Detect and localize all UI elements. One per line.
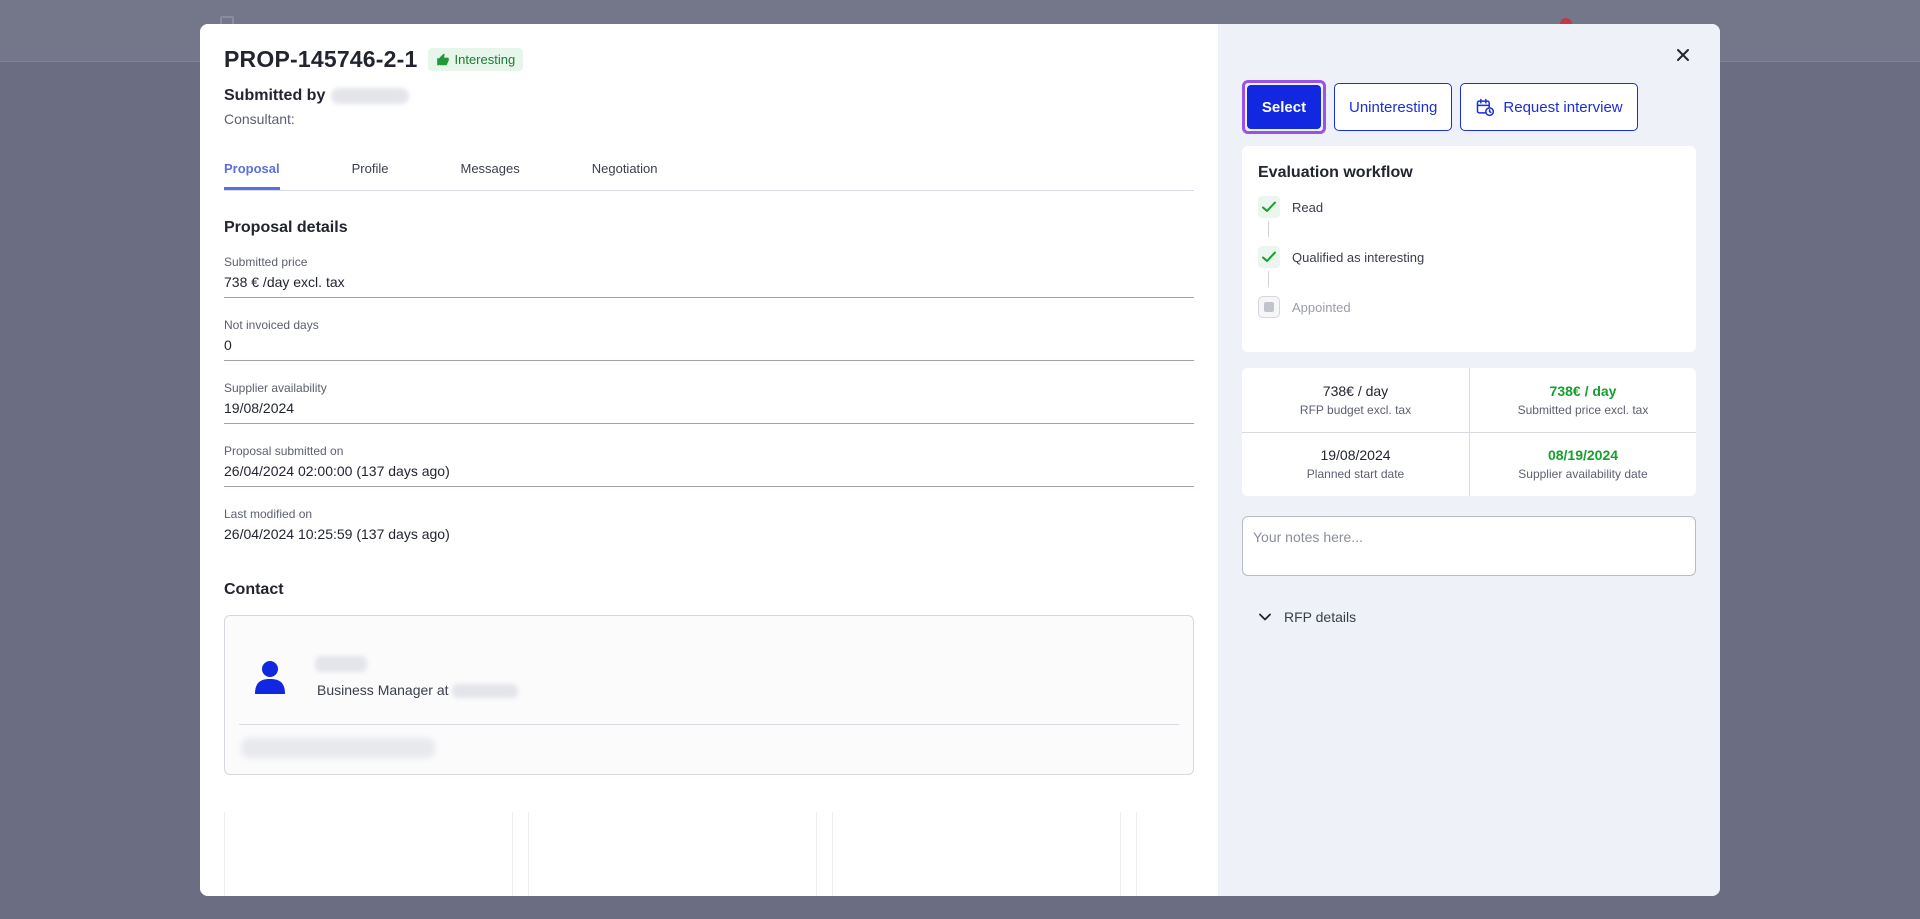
contact-name-redacted [315, 656, 367, 672]
contact-card: Business Manager at [224, 615, 1194, 775]
tab-bar: Proposal Profile Messages Negotiation [224, 161, 1194, 191]
pending-step-icon [1258, 296, 1280, 318]
field-value: 26/04/2024 02:00:00 (137 days ago) [224, 463, 450, 479]
request-interview-label: Request interview [1503, 98, 1623, 116]
submitted-by-label: Submitted by [224, 87, 326, 104]
rfp-details-toggle[interactable]: RFP details [1258, 609, 1696, 625]
proposal-details-title: Proposal details [224, 219, 348, 236]
status-badge-label: Interesting [454, 52, 516, 67]
proposal-details-list: Submitted price 738 € /day excl. tax Not… [224, 237, 1218, 549]
tab-profile[interactable]: Profile [352, 161, 389, 190]
stat-supplier-availability-date: 08/19/2024 Supplier availability date [1469, 431, 1696, 496]
workflow-steps: Read Qualified as interesting Appointed [1258, 196, 1680, 318]
field-label: Submitted price [224, 255, 308, 269]
field-label: Supplier availability [224, 381, 327, 395]
check-icon [1258, 246, 1280, 268]
chevron-down-icon [1259, 613, 1271, 621]
field-value: 19/08/2024 [224, 400, 295, 416]
field-label: Proposal submitted on [224, 444, 344, 458]
page-title: PROP-145746-2-1 [224, 46, 418, 72]
submitter-name-redacted [331, 88, 410, 104]
contact-role-text: Business Manager at [317, 682, 449, 698]
background-grid-lines [224, 812, 1194, 896]
rfp-details-label: RFP details [1284, 609, 1357, 625]
field-value: 26/04/2024 10:25:59 (137 days ago) [224, 526, 450, 542]
close-icon[interactable] [1674, 46, 1692, 64]
stat-label: Planned start date [1306, 467, 1405, 482]
contact-role: Business Manager at [317, 682, 519, 699]
stat-label: Submitted price excl. tax [1517, 402, 1649, 417]
stat-value: 08/19/2024 [1547, 447, 1619, 464]
divider [239, 724, 1179, 725]
stat-label: Supplier availability date [1518, 467, 1648, 482]
field-supplier-availability: Supplier availability 19/08/2024 [224, 361, 1194, 424]
evaluation-side-panel: Select Uninteresting Request interview E… [1218, 24, 1720, 896]
consultant-label: Consultant: [224, 111, 295, 127]
field-label: Last modified on [224, 507, 313, 521]
select-button-focus-ring: Select [1242, 80, 1326, 134]
tab-negotiation[interactable]: Negotiation [592, 161, 658, 190]
stat-value: 738€ / day [1549, 382, 1617, 399]
stat-submitted-price: 738€ / day Submitted price excl. tax [1469, 368, 1696, 432]
workflow-step-label: Appointed [1292, 299, 1351, 315]
contact-email-redacted [241, 738, 435, 758]
workflow-title: Evaluation workflow [1258, 164, 1413, 181]
field-value: 738 € /day excl. tax [224, 274, 345, 290]
thumbs-up-icon [436, 53, 449, 65]
person-icon [255, 661, 285, 694]
check-icon [1258, 196, 1280, 218]
workflow-step-qualified: Qualified as interesting [1258, 246, 1680, 268]
calendar-clock-icon [1477, 98, 1495, 117]
stat-rfp-budget: 738€ / day RFP budget excl. tax [1242, 368, 1469, 432]
pricing-summary-grid: 738€ / day RFP budget excl. tax 738€ / d… [1242, 368, 1696, 496]
notes-input[interactable] [1242, 516, 1696, 576]
workflow-connector [1268, 221, 1269, 237]
field-submitted-price: Submitted price 738 € /day excl. tax [224, 237, 1194, 298]
contact-title: Contact [224, 581, 284, 598]
workflow-step-appointed: Appointed [1258, 296, 1680, 318]
stat-value: 19/08/2024 [1320, 447, 1391, 464]
proposal-main-panel: PROP-145746-2-1 Interesting Submitted by… [200, 24, 1218, 896]
contact-company-redacted [452, 684, 519, 699]
uninteresting-button[interactable]: Uninteresting [1334, 83, 1453, 131]
submitted-by: Submitted by [224, 87, 1218, 105]
stat-label: RFP budget excl. tax [1299, 402, 1412, 417]
status-badge: Interesting [427, 48, 524, 71]
field-not-invoiced-days: Not invoiced days 0 [224, 298, 1194, 361]
tab-proposal[interactable]: Proposal [224, 161, 280, 190]
action-buttons: Select Uninteresting Request interview [1242, 80, 1696, 134]
workflow-connector [1268, 271, 1269, 287]
workflow-step-label: Qualified as interesting [1292, 249, 1425, 265]
title-row: PROP-145746-2-1 Interesting [224, 46, 1218, 73]
tab-messages[interactable]: Messages [460, 161, 519, 190]
field-label: Not invoiced days [224, 318, 319, 332]
workflow-step-label: Read [1292, 199, 1324, 215]
field-value: 0 [224, 337, 232, 353]
select-button[interactable]: Select [1247, 85, 1321, 129]
stat-value: 738€ / day [1322, 382, 1389, 399]
evaluation-workflow-card: Evaluation workflow Read Qualified as in… [1242, 146, 1696, 352]
workflow-step-read: Read [1258, 196, 1680, 218]
request-interview-button[interactable]: Request interview [1460, 83, 1638, 131]
proposal-modal: PROP-145746-2-1 Interesting Submitted by… [200, 24, 1720, 896]
stat-planned-start-date: 19/08/2024 Planned start date [1242, 431, 1469, 497]
field-last-modified-on: Last modified on 26/04/2024 10:25:59 (13… [224, 487, 1194, 549]
field-proposal-submitted-on: Proposal submitted on 26/04/2024 02:00:0… [224, 424, 1194, 487]
